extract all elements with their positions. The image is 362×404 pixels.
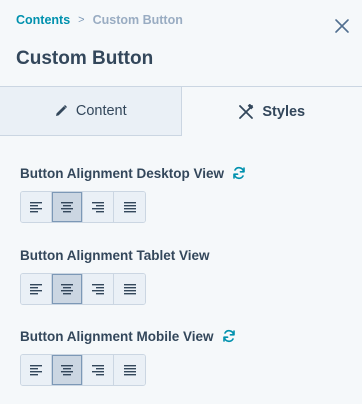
align-center-icon <box>61 365 73 376</box>
mobile-alignment-section: Button Alignment Mobile View <box>20 327 236 386</box>
align-center-button[interactable] <box>52 274 83 304</box>
desktop-alignment-label: Button Alignment Desktop View <box>20 165 225 181</box>
tab-styles-label: Styles <box>262 103 306 120</box>
tab-bar: Content Styles <box>0 87 362 136</box>
panel-header: Contents > Custom Button Custom Button <box>0 0 362 87</box>
tablet-alignment-section: Button Alignment Tablet View <box>20 246 210 305</box>
align-center-button[interactable] <box>52 192 83 222</box>
desktop-alignment-section: Button Alignment Desktop View <box>20 164 246 223</box>
page-title: Custom Button <box>16 48 154 69</box>
align-left-button[interactable] <box>21 192 52 222</box>
tablet-alignment-label: Button Alignment Tablet View <box>20 247 210 263</box>
tab-styles[interactable]: Styles <box>181 87 362 136</box>
breadcrumb: Contents > Custom Button <box>16 13 183 27</box>
breadcrumb-contents-link[interactable]: Contents <box>16 13 70 27</box>
breadcrumb-separator: > <box>78 14 85 26</box>
desktop-alignment-group <box>20 191 146 223</box>
tablet-alignment-group <box>20 273 146 305</box>
align-justify-icon <box>123 202 136 213</box>
align-left-icon <box>30 284 42 295</box>
align-left-button[interactable] <box>21 355 52 385</box>
align-left-icon <box>30 202 42 213</box>
align-right-button[interactable] <box>83 274 114 304</box>
align-center-button[interactable] <box>52 355 83 385</box>
align-right-button[interactable] <box>83 192 114 222</box>
close-icon <box>335 19 349 33</box>
tab-content-label: Content <box>75 103 127 119</box>
align-center-icon <box>61 202 73 213</box>
breadcrumb-current: Custom Button <box>92 13 183 27</box>
align-left-button[interactable] <box>21 274 52 304</box>
align-right-icon <box>92 284 104 295</box>
align-justify-button[interactable] <box>114 355 145 385</box>
align-justify-icon <box>123 284 136 295</box>
pencil-icon <box>55 105 67 116</box>
align-right-button[interactable] <box>83 355 114 385</box>
mobile-alignment-group <box>20 354 146 386</box>
align-left-icon <box>30 365 42 376</box>
align-center-icon <box>61 284 73 295</box>
sync-icon[interactable] <box>222 329 236 343</box>
align-justify-button[interactable] <box>114 274 145 304</box>
styles-icon <box>239 103 254 119</box>
tab-content[interactable]: Content <box>0 87 182 136</box>
sync-icon[interactable] <box>232 166 246 180</box>
align-right-icon <box>92 202 104 213</box>
close-button[interactable] <box>334 18 352 36</box>
align-right-icon <box>92 365 104 376</box>
align-justify-button[interactable] <box>114 192 145 222</box>
mobile-alignment-label: Button Alignment Mobile View <box>20 328 214 344</box>
align-justify-icon <box>123 365 136 376</box>
